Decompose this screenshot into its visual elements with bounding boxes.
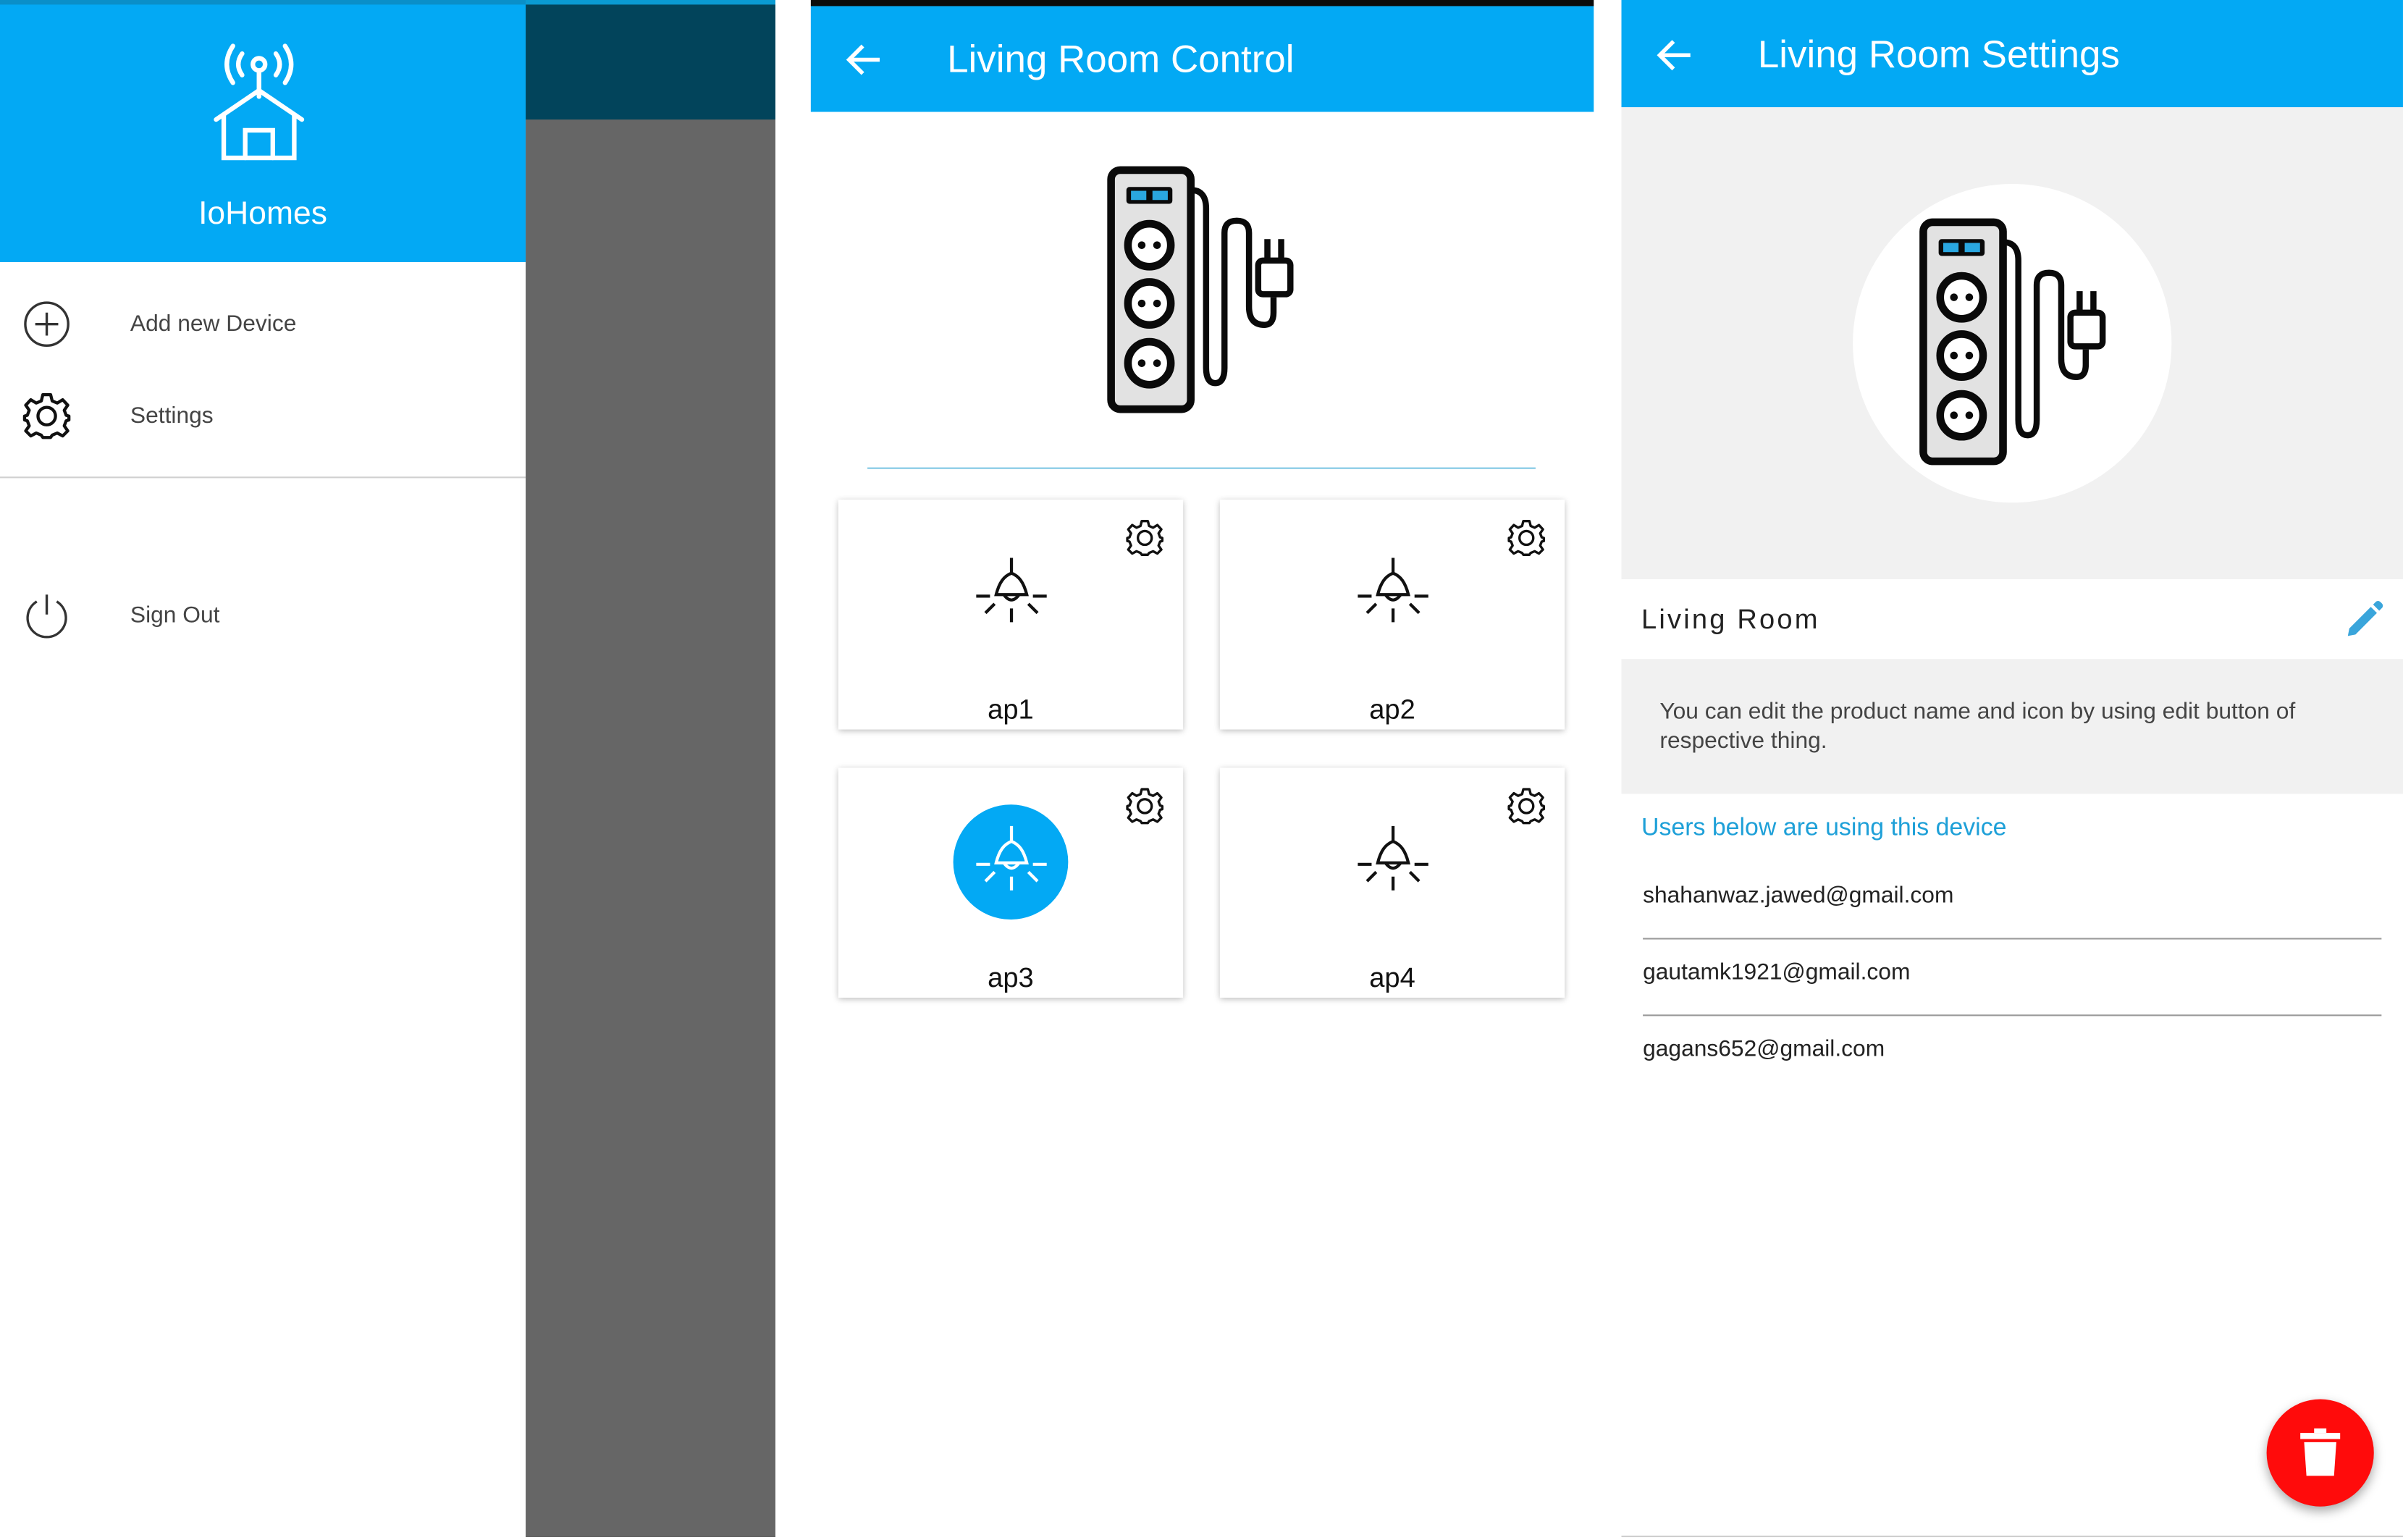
user-email: gautamk1921@gmail.com bbox=[1643, 959, 1911, 986]
control-screen: Living Room Control ap1 ap2 ap3 ap4 bbox=[810, 0, 1594, 1538]
drawer-scrim[interactable] bbox=[526, 0, 776, 1538]
appliance-card-ap3[interactable]: ap3 bbox=[838, 767, 1184, 998]
gear-icon[interactable] bbox=[1507, 786, 1546, 826]
appliance-card-ap1[interactable]: ap1 bbox=[838, 500, 1184, 730]
gear-icon[interactable] bbox=[1125, 518, 1165, 557]
ceiling-lamp-icon bbox=[972, 823, 1051, 903]
navigation-drawer: IoHomes Add new Device Settings Sign Out bbox=[0, 0, 526, 1538]
ceiling-lamp-icon[interactable] bbox=[972, 555, 1051, 634]
menu-item-sign-out[interactable]: Sign Out bbox=[0, 572, 526, 658]
gear-icon[interactable] bbox=[1125, 786, 1165, 826]
smart-home-antenna-icon bbox=[214, 43, 305, 161]
power-strip-icon bbox=[1917, 218, 2110, 466]
settings-screen: Living Room Settings Living Room You can… bbox=[1621, 0, 2403, 1540]
gear-icon bbox=[22, 390, 72, 441]
appliance-name: ap1 bbox=[988, 694, 1034, 725]
drawer-screen: IoHomes Add new Device Settings Sign Out bbox=[0, 0, 776, 1538]
menu-item-add-device[interactable]: Add new Device bbox=[0, 280, 526, 366]
device-name-row: Living Room bbox=[1621, 579, 2403, 660]
appliance-card-ap2[interactable]: ap2 bbox=[1219, 500, 1565, 730]
trash-icon bbox=[2300, 1428, 2341, 1476]
appliance-card-ap4[interactable]: ap4 bbox=[1219, 767, 1565, 998]
appliance-toggle-on[interactable] bbox=[953, 804, 1069, 920]
status-bar bbox=[810, 0, 1594, 7]
pencil-icon[interactable] bbox=[2343, 598, 2386, 641]
nav-bar-edge bbox=[1621, 1535, 2403, 1538]
ceiling-lamp-icon[interactable] bbox=[1353, 823, 1433, 903]
drawer-header: IoHomes bbox=[0, 0, 526, 262]
scrim-statusbar bbox=[526, 0, 776, 5]
device-picture-area bbox=[1621, 107, 2403, 580]
menu-item-label: Settings bbox=[130, 402, 214, 429]
back-arrow-icon[interactable] bbox=[1655, 35, 1695, 75]
menu-item-settings[interactable]: Settings bbox=[0, 372, 526, 458]
user-email: gagans652@gmail.com bbox=[1643, 1035, 1885, 1062]
gear-icon[interactable] bbox=[1507, 518, 1546, 557]
ceiling-lamp-icon[interactable] bbox=[1353, 555, 1433, 634]
appliance-name: ap2 bbox=[1369, 694, 1415, 725]
power-icon bbox=[26, 594, 67, 638]
appliance-name: ap3 bbox=[988, 962, 1034, 993]
user-list-item: shahanwaz.jawed@gmail.com bbox=[1643, 863, 2382, 940]
device-picture bbox=[1853, 184, 2172, 503]
page-title: Living Room Control bbox=[947, 38, 1295, 82]
app-bar: Living Room Settings bbox=[1621, 0, 2403, 108]
app-name: IoHomes bbox=[198, 195, 327, 232]
appliance-name: ap4 bbox=[1369, 962, 1415, 993]
power-strip-icon bbox=[1105, 166, 1298, 414]
user-list-item: gautamk1921@gmail.com bbox=[1643, 940, 2382, 1017]
info-text: You can edit the product name and icon b… bbox=[1659, 699, 2296, 754]
menu-divider bbox=[0, 476, 526, 479]
device-name: Living Room bbox=[1641, 603, 1820, 635]
header-divider bbox=[867, 467, 1536, 469]
back-arrow-icon[interactable] bbox=[844, 40, 884, 80]
user-list-item: gagans652@gmail.com bbox=[1643, 1016, 2381, 1093]
page-title: Living Room Settings bbox=[1757, 33, 2120, 77]
app-bar: Living Room Control bbox=[810, 6, 1594, 112]
plus-circle-icon bbox=[24, 300, 70, 346]
info-box: You can edit the product name and icon b… bbox=[1621, 659, 2403, 794]
users-heading: Users below are using this device bbox=[1641, 815, 2007, 842]
menu-item-label: Sign Out bbox=[130, 601, 220, 628]
menu-item-label: Add new Device bbox=[130, 310, 297, 337]
user-email: shahanwaz.jawed@gmail.com bbox=[1643, 883, 1954, 909]
delete-device-button[interactable] bbox=[2266, 1399, 2374, 1507]
scrim-appbar bbox=[526, 0, 776, 120]
